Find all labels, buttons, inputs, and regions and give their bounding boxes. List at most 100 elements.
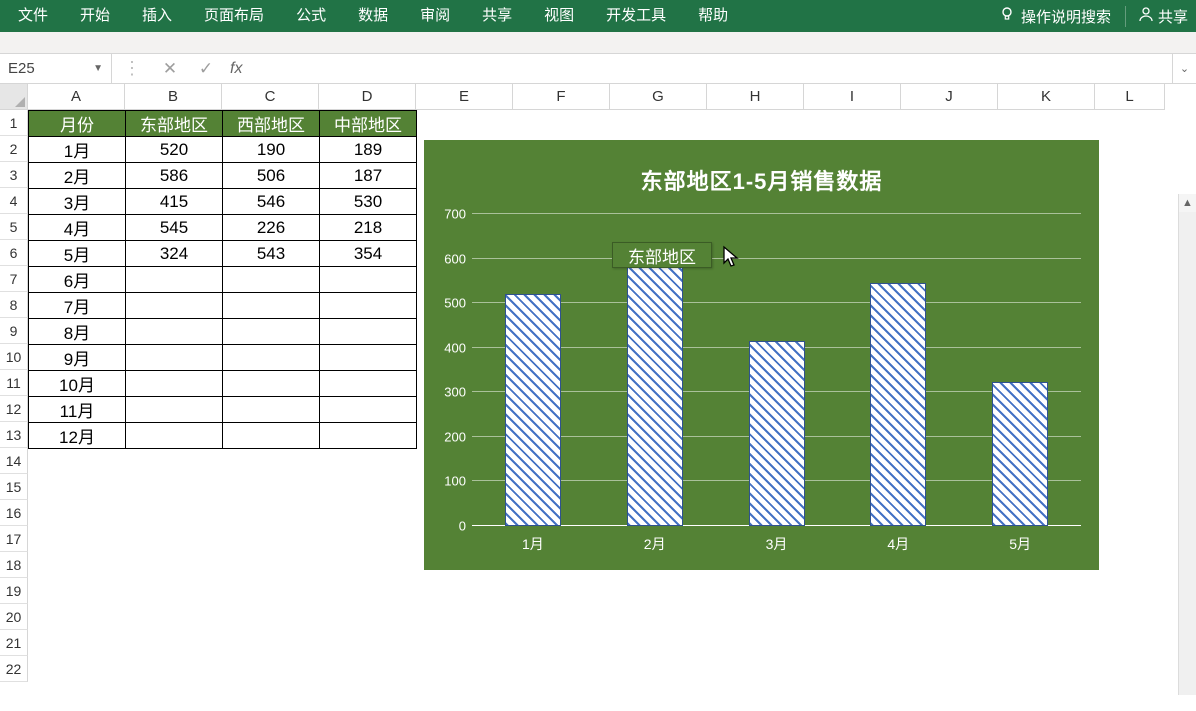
- row-header-14[interactable]: 14: [0, 448, 28, 474]
- row-header-16[interactable]: 16: [0, 500, 28, 526]
- row-header-4[interactable]: 4: [0, 188, 28, 214]
- table-cell[interactable]: [126, 319, 223, 345]
- table-row[interactable]: 8月: [29, 319, 417, 345]
- table-cell[interactable]: 530: [320, 189, 417, 215]
- column-header-G[interactable]: G: [610, 84, 707, 110]
- column-header-D[interactable]: D: [319, 84, 416, 110]
- column-header-K[interactable]: K: [998, 84, 1095, 110]
- chart-bar[interactable]: [627, 265, 683, 526]
- table-cell[interactable]: 506: [223, 163, 320, 189]
- table-row[interactable]: 10月: [29, 371, 417, 397]
- ribbon-menu-10[interactable]: 帮助: [682, 0, 744, 32]
- row-header-19[interactable]: 19: [0, 578, 28, 604]
- table-cell[interactable]: 218: [320, 215, 417, 241]
- table-cell[interactable]: 12月: [29, 423, 126, 449]
- table-header[interactable]: 东部地区: [126, 111, 223, 137]
- table-row[interactable]: 2月586506187: [29, 163, 417, 189]
- table-cell[interactable]: 520: [126, 137, 223, 163]
- table-cell[interactable]: 586: [126, 163, 223, 189]
- table-cell[interactable]: [320, 371, 417, 397]
- ribbon-menu-9[interactable]: 开发工具: [590, 0, 682, 32]
- row-header-13[interactable]: 13: [0, 422, 28, 448]
- ribbon-menu-3[interactable]: 页面布局: [188, 0, 280, 32]
- select-all-triangle[interactable]: [0, 84, 28, 110]
- table-cell[interactable]: [320, 293, 417, 319]
- table-row[interactable]: 3月415546530: [29, 189, 417, 215]
- share-button[interactable]: 共享: [1125, 6, 1188, 27]
- table-cell[interactable]: 354: [320, 241, 417, 267]
- table-cell[interactable]: [320, 345, 417, 371]
- ribbon-menu-8[interactable]: 视图: [528, 0, 590, 32]
- chart-bar[interactable]: [992, 382, 1048, 526]
- table-cell[interactable]: 546: [223, 189, 320, 215]
- table-cell[interactable]: [223, 319, 320, 345]
- table-header[interactable]: 中部地区: [320, 111, 417, 137]
- tell-me-search[interactable]: 操作说明搜索: [999, 6, 1111, 27]
- table-row[interactable]: 7月: [29, 293, 417, 319]
- chart-series-tooltip[interactable]: 东部地区: [612, 242, 712, 268]
- column-header-E[interactable]: E: [416, 84, 513, 110]
- column-header-L[interactable]: L: [1095, 84, 1165, 110]
- table-cell[interactable]: [320, 319, 417, 345]
- row-header-18[interactable]: 18: [0, 552, 28, 578]
- enter-button[interactable]: ✓: [188, 59, 224, 79]
- table-cell[interactable]: 189: [320, 137, 417, 163]
- row-header-10[interactable]: 10: [0, 344, 28, 370]
- column-header-J[interactable]: J: [901, 84, 998, 110]
- table-cell[interactable]: [126, 423, 223, 449]
- formula-input[interactable]: [248, 54, 1172, 83]
- chart-bar[interactable]: [870, 283, 926, 526]
- column-header-B[interactable]: B: [125, 84, 222, 110]
- table-row[interactable]: 9月: [29, 345, 417, 371]
- table-cell[interactable]: 8月: [29, 319, 126, 345]
- dropdown-icon[interactable]: ▼: [93, 63, 103, 74]
- table-row[interactable]: 4月545226218: [29, 215, 417, 241]
- table-cell[interactable]: [223, 267, 320, 293]
- table-cell[interactable]: [320, 397, 417, 423]
- row-header-6[interactable]: 6: [0, 240, 28, 266]
- row-header-20[interactable]: 20: [0, 604, 28, 630]
- row-header-21[interactable]: 21: [0, 630, 28, 656]
- row-header-11[interactable]: 11: [0, 370, 28, 396]
- row-header-9[interactable]: 9: [0, 318, 28, 344]
- table-header[interactable]: 月份: [29, 111, 126, 137]
- column-header-H[interactable]: H: [707, 84, 804, 110]
- data-table[interactable]: 月份东部地区西部地区中部地区 1月5201901892月5865061873月4…: [28, 110, 417, 449]
- ribbon-menu-5[interactable]: 数据: [342, 0, 404, 32]
- table-cell[interactable]: [126, 293, 223, 319]
- table-cell[interactable]: [126, 371, 223, 397]
- table-cell[interactable]: 415: [126, 189, 223, 215]
- ribbon-menu-6[interactable]: 审阅: [404, 0, 466, 32]
- table-cell[interactable]: [223, 397, 320, 423]
- table-row[interactable]: 11月: [29, 397, 417, 423]
- table-cell[interactable]: 190: [223, 137, 320, 163]
- scroll-up-icon[interactable]: ▲: [1179, 194, 1196, 212]
- row-header-5[interactable]: 5: [0, 214, 28, 240]
- table-cell[interactable]: 5月: [29, 241, 126, 267]
- cancel-button[interactable]: ✕: [152, 59, 188, 79]
- table-row[interactable]: 12月: [29, 423, 417, 449]
- table-cell[interactable]: 7月: [29, 293, 126, 319]
- row-header-7[interactable]: 7: [0, 266, 28, 292]
- table-header[interactable]: 西部地区: [223, 111, 320, 137]
- table-cell[interactable]: 324: [126, 241, 223, 267]
- row-header-1[interactable]: 1: [0, 110, 28, 136]
- row-header-12[interactable]: 12: [0, 396, 28, 422]
- column-header-A[interactable]: A: [28, 84, 125, 110]
- table-row[interactable]: 5月324543354: [29, 241, 417, 267]
- table-cell[interactable]: 11月: [29, 397, 126, 423]
- name-box[interactable]: E25 ▼: [0, 54, 112, 84]
- table-cell[interactable]: 545: [126, 215, 223, 241]
- table-cell[interactable]: 543: [223, 241, 320, 267]
- embedded-chart[interactable]: 东部地区1-5月销售数据 01002003004005006007001月2月3…: [424, 140, 1099, 570]
- column-header-F[interactable]: F: [513, 84, 610, 110]
- vertical-scrollbar[interactable]: ▲: [1178, 194, 1196, 695]
- table-cell[interactable]: 187: [320, 163, 417, 189]
- table-cell[interactable]: 226: [223, 215, 320, 241]
- ribbon-menu-1[interactable]: 开始: [64, 0, 126, 32]
- table-cell[interactable]: [126, 397, 223, 423]
- row-header-15[interactable]: 15: [0, 474, 28, 500]
- table-row[interactable]: 1月520190189: [29, 137, 417, 163]
- table-cell[interactable]: [223, 371, 320, 397]
- table-cell[interactable]: [320, 423, 417, 449]
